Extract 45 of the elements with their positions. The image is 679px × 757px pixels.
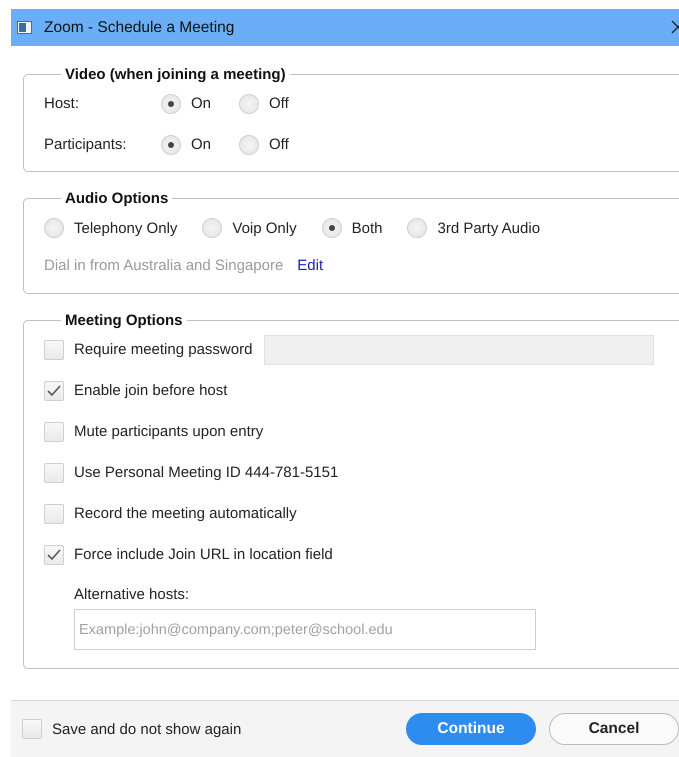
radio-label: Off xyxy=(269,95,289,112)
radio-button[interactable] xyxy=(322,218,342,238)
radio-label: Telephony Only xyxy=(74,220,178,236)
checkbox[interactable] xyxy=(44,380,64,400)
radio-label: Both xyxy=(352,220,382,236)
edit-link[interactable]: Edit xyxy=(297,256,324,274)
checkbox-label: Record the meeting automatically xyxy=(74,505,297,522)
dial-in-text: Dial in from Australia and Singapore xyxy=(44,256,284,274)
password-field[interactable] xyxy=(264,334,654,364)
radio-label: On xyxy=(191,136,212,153)
group-title: Meeting Options xyxy=(64,312,184,329)
checkbox[interactable] xyxy=(44,422,64,442)
window-title: Zoom - Schedule a Meeting xyxy=(44,18,234,36)
checkbox[interactable] xyxy=(44,462,64,482)
checkbox-label: Require meeting password xyxy=(74,341,252,358)
checkbox[interactable] xyxy=(22,719,42,739)
checkbox-label: Enable join before host xyxy=(74,382,228,399)
radio-button[interactable] xyxy=(239,94,260,114)
checkbox-label: Force include Join URL in location field xyxy=(74,546,333,563)
checkbox-label: Use Personal Meeting ID 444-781-5151 xyxy=(74,464,338,481)
group-title: Video (when joining a meeting) xyxy=(64,66,287,83)
checkbox-label: Save and do not show again xyxy=(52,720,242,738)
checkbox[interactable] xyxy=(44,544,64,564)
radio-label: Off xyxy=(269,136,289,153)
app-icon xyxy=(17,21,32,34)
alternative-hosts-field[interactable]: Example:john@company.com;peter@school.edu xyxy=(74,609,536,650)
radio-button[interactable] xyxy=(202,218,222,238)
cancel-button[interactable]: Cancel xyxy=(549,713,679,745)
radio-button[interactable] xyxy=(239,134,260,154)
row-label: Participants: xyxy=(44,136,128,153)
checkmark-icon xyxy=(47,384,61,396)
row-label: Host: xyxy=(44,95,80,112)
radio-button[interactable] xyxy=(407,218,428,238)
checkbox[interactable] xyxy=(44,340,64,360)
radio-button[interactable] xyxy=(44,218,64,238)
radio-label: Voip Only xyxy=(232,220,297,236)
radio-label: 3rd Party Audio xyxy=(437,220,540,236)
group-title: Audio Options xyxy=(64,190,170,207)
radio-label: On xyxy=(191,95,212,112)
radio-button[interactable] xyxy=(161,94,181,114)
radio-button[interactable] xyxy=(161,134,181,154)
field-label: Alternative hosts: xyxy=(74,584,190,604)
checkbox-label: Mute participants upon entry xyxy=(74,423,264,440)
checkmark-icon xyxy=(47,548,61,560)
checkbox[interactable] xyxy=(44,504,64,524)
